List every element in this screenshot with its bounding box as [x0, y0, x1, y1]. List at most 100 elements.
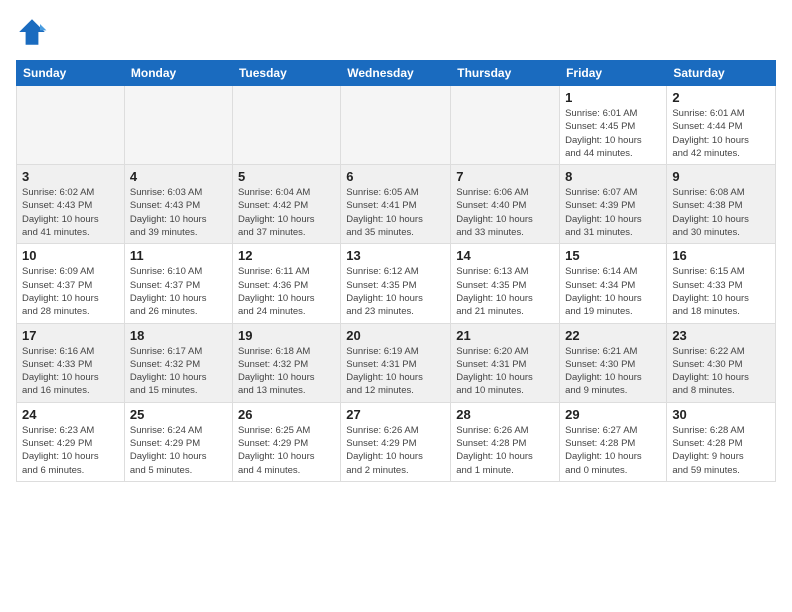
calendar-day: 15 Sunrise: 6:14 AM Sunset: 4:34 PM Dayli…: [560, 244, 667, 323]
calendar-week-row: 3 Sunrise: 6:02 AM Sunset: 4:43 PM Daylig…: [17, 165, 776, 244]
day-number: 7: [456, 169, 554, 184]
calendar-day: 23 Sunrise: 6:22 AM Sunset: 4:30 PM Dayli…: [667, 323, 776, 402]
day-number: 27: [346, 407, 445, 422]
calendar-day: [341, 86, 451, 165]
calendar-day: 21 Sunrise: 6:20 AM Sunset: 4:31 PM Dayli…: [451, 323, 560, 402]
day-info: Sunrise: 6:01 AM Sunset: 4:44 PM Dayligh…: [672, 107, 770, 160]
day-info: Sunrise: 6:26 AM Sunset: 4:29 PM Dayligh…: [346, 424, 445, 477]
day-number: 20: [346, 328, 445, 343]
day-number: 19: [238, 328, 335, 343]
day-number: 29: [565, 407, 661, 422]
day-info: Sunrise: 6:09 AM Sunset: 4:37 PM Dayligh…: [22, 265, 119, 318]
weekday-header: Saturday: [667, 61, 776, 86]
day-number: 1: [565, 90, 661, 105]
calendar-day: 4 Sunrise: 6:03 AM Sunset: 4:43 PM Daylig…: [124, 165, 232, 244]
calendar-week-row: 24 Sunrise: 6:23 AM Sunset: 4:29 PM Dayli…: [17, 402, 776, 481]
day-info: Sunrise: 6:10 AM Sunset: 4:37 PM Dayligh…: [130, 265, 227, 318]
day-number: 24: [22, 407, 119, 422]
day-number: 4: [130, 169, 227, 184]
calendar-day: 6 Sunrise: 6:05 AM Sunset: 4:41 PM Daylig…: [341, 165, 451, 244]
day-info: Sunrise: 6:13 AM Sunset: 4:35 PM Dayligh…: [456, 265, 554, 318]
calendar-day: 17Sunrise: 6:16 AM Sunset: 4:33 PM Dayli…: [17, 323, 125, 402]
calendar-day: 10 Sunrise: 6:09 AM Sunset: 4:37 PM Dayli…: [17, 244, 125, 323]
calendar-day: 27 Sunrise: 6:26 AM Sunset: 4:29 PM Dayli…: [341, 402, 451, 481]
day-info: Sunrise: 6:17 AM Sunset: 4:32 PM Dayligh…: [130, 345, 227, 398]
calendar-day: 25Sunrise: 6:24 AM Sunset: 4:29 PM Dayli…: [124, 402, 232, 481]
weekday-header: Wednesday: [341, 61, 451, 86]
calendar-header-row: SundayMondayTuesdayWednesdayThursdayFrid…: [17, 61, 776, 86]
weekday-header: Tuesday: [232, 61, 340, 86]
calendar-week-row: 17Sunrise: 6:16 AM Sunset: 4:33 PM Dayli…: [17, 323, 776, 402]
calendar-day: 12 Sunrise: 6:11 AM Sunset: 4:36 PM Dayli…: [232, 244, 340, 323]
day-number: 15: [565, 248, 661, 263]
page-header: [16, 16, 776, 48]
calendar-day: 28 Sunrise: 6:26 AM Sunset: 4:28 PM Dayli…: [451, 402, 560, 481]
calendar-day: 1Sunrise: 6:01 AM Sunset: 4:45 PM Daylig…: [560, 86, 667, 165]
calendar-day: 22 Sunrise: 6:21 AM Sunset: 4:30 PM Dayli…: [560, 323, 667, 402]
calendar-day: 7 Sunrise: 6:06 AM Sunset: 4:40 PM Daylig…: [451, 165, 560, 244]
day-info: Sunrise: 6:27 AM Sunset: 4:28 PM Dayligh…: [565, 424, 661, 477]
day-number: 3: [22, 169, 119, 184]
calendar-day: 2 Sunrise: 6:01 AM Sunset: 4:44 PM Daylig…: [667, 86, 776, 165]
day-number: 16: [672, 248, 770, 263]
day-number: 9: [672, 169, 770, 184]
calendar-week-row: 10 Sunrise: 6:09 AM Sunset: 4:37 PM Dayli…: [17, 244, 776, 323]
calendar-day: 16 Sunrise: 6:15 AM Sunset: 4:33 PM Dayli…: [667, 244, 776, 323]
calendar-day: 11 Sunrise: 6:10 AM Sunset: 4:37 PM Dayli…: [124, 244, 232, 323]
day-number: 30: [672, 407, 770, 422]
weekday-header: Thursday: [451, 61, 560, 86]
logo: [16, 16, 52, 48]
calendar-day: 24 Sunrise: 6:23 AM Sunset: 4:29 PM Dayli…: [17, 402, 125, 481]
day-info: Sunrise: 6:24 AM Sunset: 4:29 PM Dayligh…: [130, 424, 227, 477]
day-info: Sunrise: 6:20 AM Sunset: 4:31 PM Dayligh…: [456, 345, 554, 398]
calendar-day: 26Sunrise: 6:25 AM Sunset: 4:29 PM Dayli…: [232, 402, 340, 481]
calendar-day: 13Sunrise: 6:12 AM Sunset: 4:35 PM Dayli…: [341, 244, 451, 323]
day-info: Sunrise: 6:07 AM Sunset: 4:39 PM Dayligh…: [565, 186, 661, 239]
day-number: 21: [456, 328, 554, 343]
logo-icon: [16, 16, 48, 48]
day-info: Sunrise: 6:06 AM Sunset: 4:40 PM Dayligh…: [456, 186, 554, 239]
day-number: 5: [238, 169, 335, 184]
day-info: Sunrise: 6:02 AM Sunset: 4:43 PM Dayligh…: [22, 186, 119, 239]
calendar-day: 8 Sunrise: 6:07 AM Sunset: 4:39 PM Daylig…: [560, 165, 667, 244]
day-info: Sunrise: 6:23 AM Sunset: 4:29 PM Dayligh…: [22, 424, 119, 477]
day-info: Sunrise: 6:15 AM Sunset: 4:33 PM Dayligh…: [672, 265, 770, 318]
day-number: 6: [346, 169, 445, 184]
day-info: Sunrise: 6:16 AM Sunset: 4:33 PM Dayligh…: [22, 345, 119, 398]
calendar-day: 5 Sunrise: 6:04 AM Sunset: 4:42 PM Daylig…: [232, 165, 340, 244]
calendar-day: [232, 86, 340, 165]
day-number: 23: [672, 328, 770, 343]
day-number: 10: [22, 248, 119, 263]
day-info: Sunrise: 6:26 AM Sunset: 4:28 PM Dayligh…: [456, 424, 554, 477]
day-info: Sunrise: 6:08 AM Sunset: 4:38 PM Dayligh…: [672, 186, 770, 239]
calendar-day: 29 Sunrise: 6:27 AM Sunset: 4:28 PM Dayli…: [560, 402, 667, 481]
day-number: 22: [565, 328, 661, 343]
calendar-day: 18 Sunrise: 6:17 AM Sunset: 4:32 PM Dayli…: [124, 323, 232, 402]
weekday-header: Friday: [560, 61, 667, 86]
day-info: Sunrise: 6:04 AM Sunset: 4:42 PM Dayligh…: [238, 186, 335, 239]
weekday-header: Sunday: [17, 61, 125, 86]
day-number: 26: [238, 407, 335, 422]
day-info: Sunrise: 6:22 AM Sunset: 4:30 PM Dayligh…: [672, 345, 770, 398]
calendar-day: 20 Sunrise: 6:19 AM Sunset: 4:31 PM Dayli…: [341, 323, 451, 402]
day-number: 28: [456, 407, 554, 422]
day-info: Sunrise: 6:21 AM Sunset: 4:30 PM Dayligh…: [565, 345, 661, 398]
day-info: Sunrise: 6:18 AM Sunset: 4:32 PM Dayligh…: [238, 345, 335, 398]
day-info: Sunrise: 6:05 AM Sunset: 4:41 PM Dayligh…: [346, 186, 445, 239]
day-info: Sunrise: 6:14 AM Sunset: 4:34 PM Dayligh…: [565, 265, 661, 318]
day-info: Sunrise: 6:11 AM Sunset: 4:36 PM Dayligh…: [238, 265, 335, 318]
calendar-week-row: 1Sunrise: 6:01 AM Sunset: 4:45 PM Daylig…: [17, 86, 776, 165]
day-number: 18: [130, 328, 227, 343]
day-number: 13: [346, 248, 445, 263]
day-number: 8: [565, 169, 661, 184]
calendar: SundayMondayTuesdayWednesdayThursdayFrid…: [16, 60, 776, 482]
day-number: 11: [130, 248, 227, 263]
day-number: 12: [238, 248, 335, 263]
day-number: 2: [672, 90, 770, 105]
calendar-day: [17, 86, 125, 165]
day-info: Sunrise: 6:03 AM Sunset: 4:43 PM Dayligh…: [130, 186, 227, 239]
day-info: Sunrise: 6:19 AM Sunset: 4:31 PM Dayligh…: [346, 345, 445, 398]
calendar-day: 3 Sunrise: 6:02 AM Sunset: 4:43 PM Daylig…: [17, 165, 125, 244]
weekday-header: Monday: [124, 61, 232, 86]
calendar-day: [124, 86, 232, 165]
